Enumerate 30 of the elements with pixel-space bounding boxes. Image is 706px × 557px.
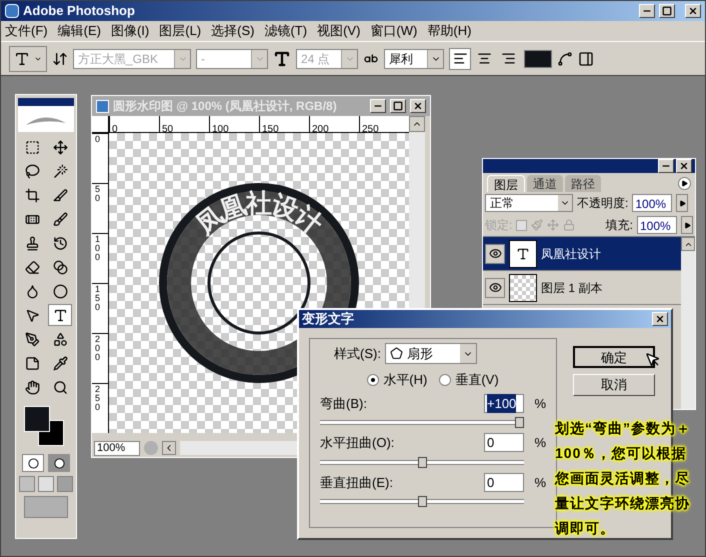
- dialog-title: 变形文字: [302, 310, 354, 328]
- window-title: Adobe Photoshop: [23, 2, 136, 20]
- unit-label: %: [533, 434, 546, 452]
- slider-label: 弯曲(B):: [320, 394, 368, 413]
- stamp-text: 凤凰社设计: [190, 188, 328, 240]
- opacity-label: 不透明度:: [577, 195, 628, 212]
- ruler-label: 150: [262, 124, 279, 135]
- ruler-label: 50: [162, 124, 174, 135]
- ruler-label: 100: [212, 124, 229, 135]
- ruler-label: 250: [95, 385, 102, 412]
- style-label: 样式(S):: [334, 344, 381, 363]
- slider-label: 水平扭曲(O):: [320, 434, 396, 452]
- slider-label: 垂直扭曲(E):: [320, 474, 394, 492]
- ruler-label: 0: [112, 124, 118, 135]
- layer-name: 凤凰社设计: [541, 246, 601, 262]
- unit-label: %: [533, 474, 546, 492]
- ruler-label: 50: [95, 185, 102, 203]
- layer-name: 图层 1 副本: [541, 280, 602, 296]
- ruler-label: 150: [95, 285, 102, 312]
- ruler-label: 0: [95, 135, 102, 144]
- unit-label: %: [533, 394, 546, 412]
- radio-label: 水平(H): [383, 371, 428, 389]
- fill-label: 填充:: [606, 217, 633, 234]
- ruler-label: 200: [312, 124, 329, 135]
- radio-label: 垂直(V): [455, 371, 499, 389]
- ruler-label: 200: [95, 335, 102, 362]
- ruler-label: 250: [362, 124, 379, 135]
- style-value: 扇形: [406, 344, 433, 363]
- ruler-label: 100: [95, 235, 102, 262]
- document-title: 圆形水印图 @ 100% (凤凰社设计, RGB/8): [113, 98, 338, 115]
